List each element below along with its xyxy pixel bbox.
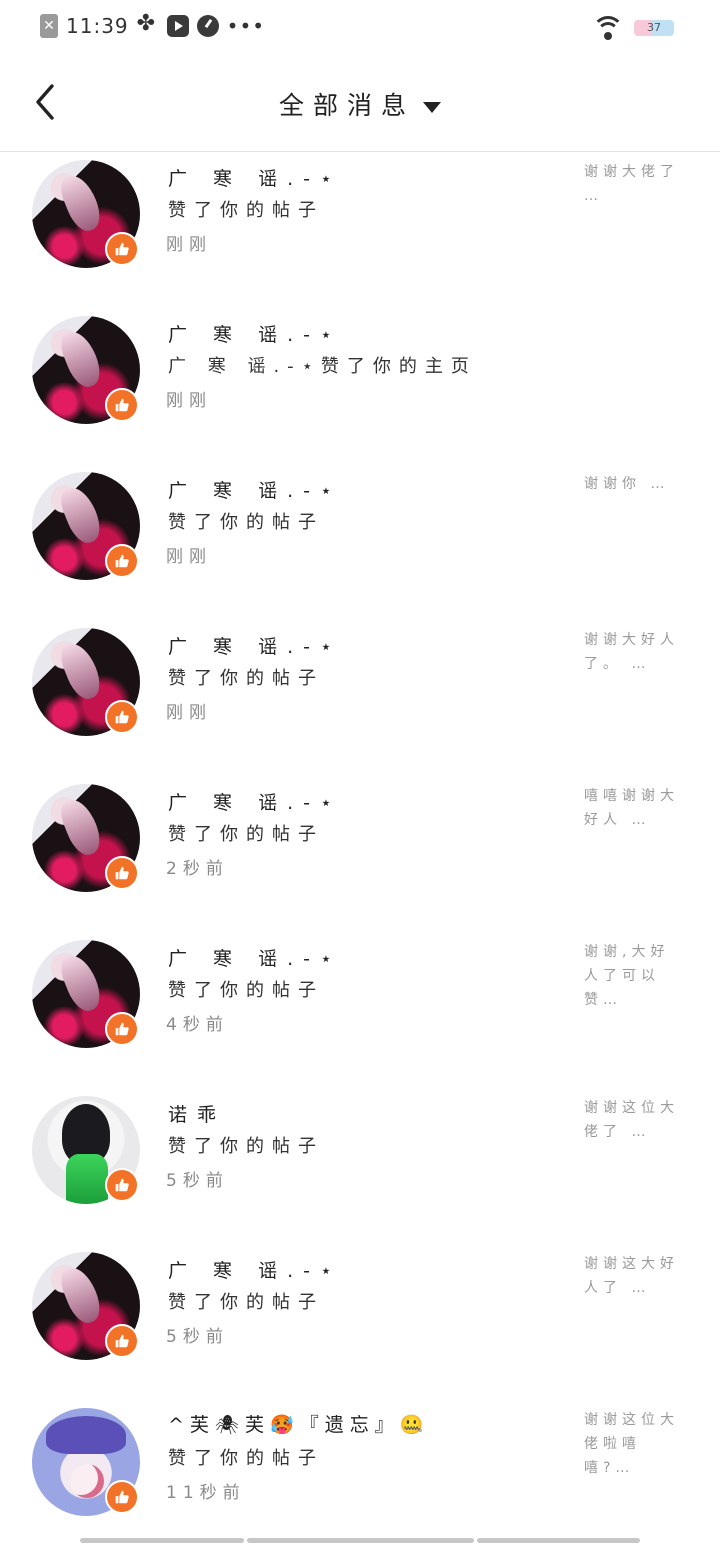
quoted-comment: 谢谢这大好人了 … [584,1256,679,1296]
sender-name: 广 寒 谣.-⋆ [168,324,342,346]
thumbs-up-icon [105,1012,139,1046]
status-time: 11:39 [66,14,129,38]
status-right: 37 [592,16,674,40]
thumbs-up-icon [105,700,139,734]
action-text: 赞了你的帖子 [168,1292,324,1313]
sender-name: 广 寒 谣.-⋆ [168,792,342,814]
quoted-comment: 谢谢大佬了 … [584,164,679,204]
thumbs-up-icon [105,544,139,578]
list-item[interactable]: 广 寒 谣.-⋆ 赞了你的帖子 4秒前 谢谢,大好人了可以赞… [0,932,720,1088]
quoted-comment: 谢谢这位大佬了 … [584,1100,679,1140]
scroll-indicator-segment [477,1538,640,1543]
more-dots-icon: ••• [226,14,266,38]
page-title: 全部消息 [278,91,415,120]
sender-name: ^芙🕷芙🥵『遗忘』🤐 [168,1414,430,1436]
action-text: 赞了你的帖子 [168,824,324,845]
scroll-indicator-segment [80,1538,244,1543]
sender-name: 诺乖 [168,1104,227,1126]
battery-icon: 37 [634,20,674,36]
thumbs-up-icon [105,1324,139,1358]
quoted-comment: 谢谢这位大佬啦嘻嘻?… [584,1412,679,1476]
timestamp: 5秒前 [166,1171,229,1191]
quoted-comment: 谢谢,大好人了可以赞… [584,944,670,1008]
app-header: 全部消息 [0,56,720,152]
action-text: 赞了你的帖子 [168,1448,324,1469]
thumbs-up-icon [105,856,139,890]
message-list: 广 寒 谣.-⋆ 赞了你的帖子 刚刚 谢谢大佬了 … 广 寒 谣.-⋆ 广 寒 … [0,152,720,1544]
timestamp: 刚刚 [166,235,212,255]
caret-down-icon [423,102,441,113]
thumbs-up-icon [105,1168,139,1202]
timestamp: 刚刚 [166,703,212,723]
action-text: 赞了你的帖子 [168,200,324,221]
sender-name: 广 寒 谣.-⋆ [168,168,342,190]
action-text: 赞了你的帖子 [168,1136,324,1157]
wifi-icon [592,16,624,40]
timestamp: 4秒前 [166,1015,229,1035]
thumbs-up-icon [105,232,139,266]
list-item[interactable]: 诺乖 赞了你的帖子 5秒前 谢谢这位大佬了 … [0,1088,720,1244]
sender-name: 广 寒 谣.-⋆ [168,1260,342,1282]
status-bar: ✕ 11:39 ••• 37 [0,0,720,56]
list-item[interactable]: 广 寒 谣.-⋆ 赞了你的帖子 刚刚 谢谢大好人了。 … [0,620,720,776]
timestamp: 刚刚 [166,547,212,567]
list-item[interactable]: 广 寒 谣.-⋆ 赞了你的帖子 2秒前 嘻嘻谢谢大好人 … [0,776,720,932]
scroll-indicator-segment [247,1538,474,1543]
action-text: 赞了你的帖子 [168,980,324,1001]
quoted-comment: 谢谢你 … [584,476,670,492]
sender-name: 广 寒 谣.-⋆ [168,948,342,970]
sender-name: 广 寒 谣.-⋆ [168,480,342,502]
timestamp: 11秒前 [166,1483,246,1503]
timestamp: 2秒前 [166,859,229,879]
video-play-icon [166,15,189,37]
gauge-icon [196,15,219,37]
status-left: ✕ 11:39 ••• [40,11,266,38]
list-item[interactable]: 广 寒 谣.-⋆ 赞了你的帖子 刚刚 谢谢大佬了 … [0,152,720,308]
timestamp: 刚刚 [166,391,212,411]
action-text: 广 寒 谣.-⋆赞了你的主页 [168,356,477,377]
thumbs-up-icon [105,388,139,422]
quoted-comment: 嘻嘻谢谢大好人 … [584,788,679,828]
list-item[interactable]: ^芙🕷芙🥵『遗忘』🤐 赞了你的帖子 11秒前 谢谢这位大佬啦嘻嘻?… [0,1400,720,1544]
thumbs-up-icon [105,1480,139,1514]
timestamp: 5秒前 [166,1327,229,1347]
sender-name: 广 寒 谣.-⋆ [168,636,342,658]
action-text: 赞了你的帖子 [168,512,324,533]
message-filter-dropdown[interactable]: 全部消息 [0,86,720,122]
list-item[interactable]: 广 寒 谣.-⋆ 赞了你的帖子 刚刚 谢谢你 … [0,464,720,620]
quoted-comment: 谢谢大好人了。 … [584,632,679,672]
list-item[interactable]: 广 寒 谣.-⋆ 赞了你的帖子 5秒前 谢谢这大好人了 … [0,1244,720,1400]
fan-icon [137,11,159,37]
list-item[interactable]: 广 寒 谣.-⋆ 广 寒 谣.-⋆赞了你的主页 刚刚 [0,308,720,464]
notification-close-icon: ✕ [40,14,58,38]
action-text: 赞了你的帖子 [168,668,324,689]
